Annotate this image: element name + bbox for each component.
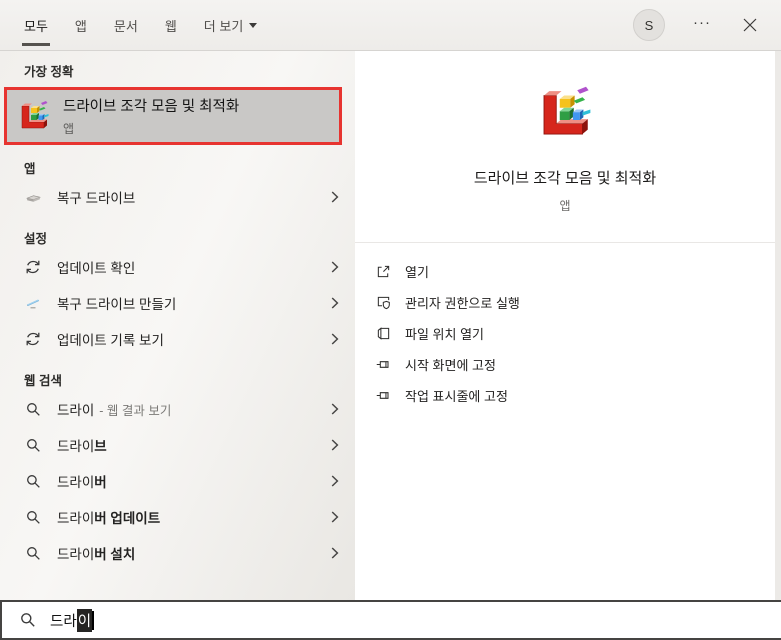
results-panel: 가장 정확 드라이브 조각 모음 및 최적화 앱 앱 복구 드라이브 설정 업데… [0,51,355,600]
section-settings-header: 설정 [24,232,48,246]
header-actions: S ··· [633,0,761,50]
action-label: 관리자 권한으로 실행 [405,296,520,311]
action-open-file-location[interactable]: 파일 위치 열기 [375,318,775,349]
list-item-label: 업데이트 기록 보기 [57,333,164,348]
search-filter-tabs: 모두 앱 문서 웹 더 보기 [22,0,258,50]
chevron-right-icon[interactable] [331,547,339,559]
app-title: 드라이브 조각 모음 및 최적화 [473,170,657,187]
best-match-text: 드라이브 조각 모음 및 최적화 앱 [63,95,239,137]
web-search-label: 드라이 버 설치 [57,547,136,562]
tab-all[interactable]: 모두 [22,0,50,50]
search-query-text: 드라 이 [50,608,94,632]
pin-icon [375,357,392,372]
list-item-update-history[interactable]: 업데이트 기록 보기 [0,321,355,357]
action-label: 작업 표시줄에 고정 [405,389,508,404]
pin-icon [375,388,392,403]
best-match-title: 드라이브 조각 모음 및 최적화 [63,99,240,115]
app-hero: 드라이브 조각 모음 및 최적화 앱 [355,51,775,214]
action-label: 파일 위치 열기 [405,327,484,342]
chevron-right-icon[interactable] [331,297,339,309]
avatar-initial: S [644,17,654,33]
section-apps-header: 앱 [24,162,36,176]
header-bar: 모두 앱 문서 웹 더 보기 S ··· [0,0,781,51]
search-input[interactable]: 드라 이 [0,600,781,640]
chevron-right-icon[interactable] [331,511,339,523]
web-search-item[interactable]: 드라이 - 웹 결과 보기 [0,391,355,427]
action-label: 열기 [405,265,429,280]
web-search-label: 드라이 브 [57,439,107,454]
search-icon [24,438,42,453]
best-match-type: 앱 [63,122,75,136]
open-icon [375,264,392,279]
web-search-item[interactable]: 드라이 버 업데이트 [0,499,355,535]
chevron-right-icon[interactable] [331,475,339,487]
detail-panel: 드라이브 조각 모음 및 최적화 앱 열기 관리자 권한으로 실행 파일 위치 … [355,51,775,600]
refresh-icon [24,331,42,347]
drive-icon [24,189,42,206]
tab-web-label: 웹 [164,18,177,34]
web-search-label: 드라이 버 업데이트 [57,511,161,526]
list-item-check-updates[interactable]: 업데이트 확인 [0,249,355,285]
web-search-item[interactable]: 드라이 버 [0,463,355,499]
search-icon [20,612,36,628]
list-item-recovery-drive[interactable]: 복구 드라이브 [0,179,355,215]
list-item-label: 복구 드라이브 만들기 [57,297,177,312]
monitor-icon [24,295,42,311]
chevron-right-icon[interactable] [331,403,339,415]
list-item-label: 복구 드라이브 [57,191,136,206]
tab-more[interactable]: 더 보기 [204,0,258,50]
close-icon[interactable] [739,14,761,36]
defrag-app-icon-large [537,85,593,141]
tab-documents[interactable]: 문서 [114,0,138,50]
section-web-header: 웹 검색 [24,374,62,388]
tab-more-label: 더 보기 [203,18,244,34]
action-label: 시작 화면에 고정 [405,358,496,373]
defrag-app-icon [18,100,50,132]
tab-all-label: 모두 [24,18,48,34]
chevron-right-icon[interactable] [331,439,339,451]
best-match-item[interactable]: 드라이브 조각 모음 및 최적화 앱 [4,87,342,145]
tab-documents-label: 문서 [113,18,138,34]
chevron-right-icon[interactable] [331,333,339,345]
text-caret [92,610,94,630]
action-pin-to-start[interactable]: 시작 화면에 고정 [375,349,775,380]
more-options-icon[interactable]: ··· [693,14,711,37]
tab-apps-label: 앱 [74,18,87,34]
chevron-right-icon[interactable] [331,261,339,273]
web-search-label: 드라이 - 웹 결과 보기 [57,403,172,418]
tab-web[interactable]: 웹 [165,0,177,50]
avatar[interactable]: S [633,9,665,41]
chevron-down-icon [249,23,258,28]
tab-apps[interactable]: 앱 [75,0,87,50]
section-best-match-header: 가장 정확 [24,65,74,79]
web-search-label: 드라이 버 [57,475,107,490]
search-icon [24,546,42,561]
app-actions: 열기 관리자 권한으로 실행 파일 위치 열기 시작 화면에 고정 작업 표시줄… [355,243,775,411]
refresh-icon [24,259,42,275]
file-location-icon [375,326,392,341]
action-pin-to-taskbar[interactable]: 작업 표시줄에 고정 [375,380,775,411]
web-search-item[interactable]: 드라이 브 [0,427,355,463]
action-open[interactable]: 열기 [375,256,775,287]
ime-composition: 이 [76,608,93,632]
web-search-item[interactable]: 드라이 버 설치 [0,535,355,571]
search-flyout-window: 모두 앱 문서 웹 더 보기 S ··· 가장 정확 드라이브 조각 모음 및 … [0,0,781,640]
list-item-label: 업데이트 확인 [57,261,136,276]
app-type: 앱 [559,199,571,213]
chevron-right-icon[interactable] [331,191,339,203]
search-icon [24,510,42,525]
search-icon [24,402,42,417]
search-icon [24,474,42,489]
action-run-as-admin[interactable]: 관리자 권한으로 실행 [375,287,775,318]
list-item-create-recovery-drive[interactable]: 복구 드라이브 만들기 [0,285,355,321]
admin-shield-icon [375,295,392,310]
